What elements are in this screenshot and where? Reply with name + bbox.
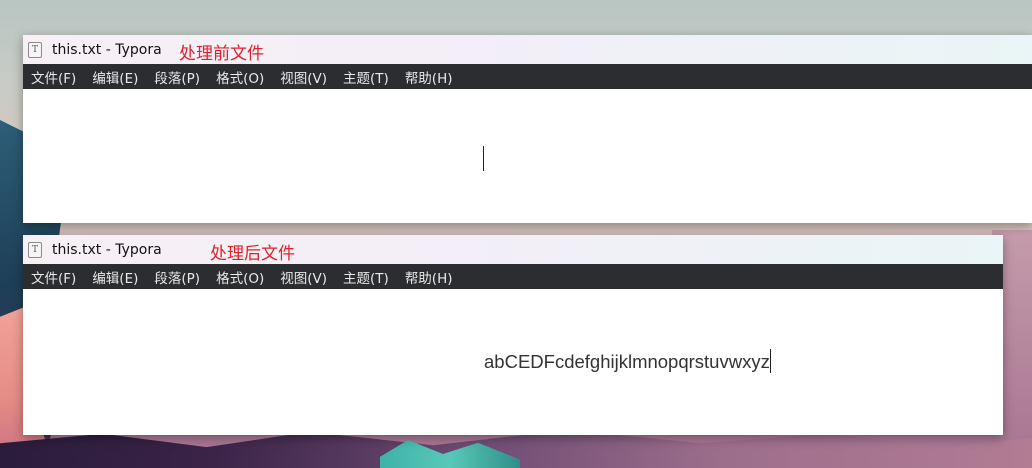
- title-bar[interactable]: T this.txt - Typora 处理前文件: [23, 35, 1032, 64]
- menu-edit[interactable]: 编辑(E): [92, 267, 138, 287]
- editor-area[interactable]: abCEDFcdefghijklmnopqrstuvwxyz: [23, 289, 1003, 435]
- menu-format[interactable]: 格式(O): [216, 267, 264, 287]
- menu-edit[interactable]: 编辑(E): [92, 67, 138, 87]
- title-bar[interactable]: T this.txt - Typora 处理后文件: [23, 235, 1003, 264]
- typora-app-icon: T: [28, 41, 42, 58]
- document-text-line[interactable]: abCEDFcdefghijklmnopqrstuvwxyz: [484, 349, 771, 373]
- text-caret: [769, 349, 771, 373]
- typora-window-before: T this.txt - Typora 处理前文件 文件(F) 编辑(E) 段落…: [23, 35, 1032, 223]
- annotation-label: 处理后文件: [210, 244, 295, 264]
- menu-paragraph[interactable]: 段落(P): [154, 267, 200, 287]
- annotation-label: 处理前文件: [179, 44, 264, 64]
- document-text: abCEDFcdefghijklmnopqrstuvwxyz: [484, 351, 770, 372]
- editor-area[interactable]: [23, 89, 1032, 223]
- menu-themes[interactable]: 主题(T): [343, 67, 389, 87]
- menu-paragraph[interactable]: 段落(P): [154, 67, 200, 87]
- typora-app-icon: T: [28, 241, 42, 258]
- menu-view[interactable]: 视图(V): [280, 67, 327, 87]
- menu-help[interactable]: 帮助(H): [405, 67, 453, 87]
- window-title: this.txt - Typora: [52, 241, 162, 258]
- menu-bar: 文件(F) 编辑(E) 段落(P) 格式(O) 视图(V) 主题(T) 帮助(H…: [23, 64, 1032, 89]
- menu-themes[interactable]: 主题(T): [343, 267, 389, 287]
- typora-window-after: T this.txt - Typora 处理后文件 文件(F) 编辑(E) 段落…: [23, 235, 1003, 435]
- menu-format[interactable]: 格式(O): [216, 67, 264, 87]
- menu-view[interactable]: 视图(V): [280, 267, 327, 287]
- menu-file[interactable]: 文件(F): [31, 67, 76, 87]
- menu-file[interactable]: 文件(F): [31, 267, 76, 287]
- menu-help[interactable]: 帮助(H): [405, 267, 453, 287]
- window-title: this.txt - Typora: [52, 41, 162, 58]
- text-caret: [483, 146, 484, 171]
- menu-bar: 文件(F) 编辑(E) 段落(P) 格式(O) 视图(V) 主题(T) 帮助(H…: [23, 264, 1003, 289]
